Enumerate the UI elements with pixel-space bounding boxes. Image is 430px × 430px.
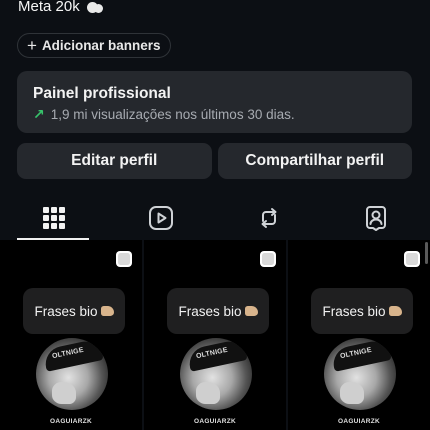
tagged-icon <box>366 206 387 231</box>
post-username: OAGUIARZK <box>337 418 381 425</box>
post-caption-card: Frases bio <box>23 288 125 334</box>
post-caption: Frases bio <box>178 303 242 319</box>
dashboard-title: Painel profissional <box>33 85 171 102</box>
add-banners-label: Adicionar banners <box>41 38 161 53</box>
trend-up-icon: ↗ <box>33 106 45 122</box>
tab-reels[interactable] <box>108 196 216 240</box>
profile-tabs <box>0 196 430 240</box>
post-tile[interactable]: Frases bio OLTNIGE OAGUIARZK <box>0 240 142 430</box>
dashboard-stats-text: 1,9 mi visualizações nos últimos 30 dias… <box>50 107 295 122</box>
reels-icon <box>149 206 174 230</box>
grid-icon <box>42 207 65 229</box>
plus-icon: + <box>27 35 37 55</box>
post-caption: Frases bio <box>322 303 386 319</box>
bio-line: Meta 20k <box>18 0 80 15</box>
hand-shape <box>340 382 364 404</box>
post-caption: Frases bio <box>34 303 98 319</box>
hand-shape <box>52 382 76 404</box>
writing-hand-icon <box>244 306 258 316</box>
scrollbar[interactable] <box>425 242 428 264</box>
writing-hand-icon <box>388 306 402 316</box>
profile-actions: Editar perfil Compartilhar perfil <box>17 143 412 179</box>
writing-hand-icon <box>100 306 114 316</box>
tab-posts[interactable] <box>0 196 108 240</box>
bio-text: Meta 20k <box>18 0 104 15</box>
share-profile-button[interactable]: Compartilhar perfil <box>217 143 412 179</box>
dashboard-stats: ↗ 1,9 mi visualizações nos últimos 30 di… <box>33 106 396 123</box>
reel-badge-icon <box>116 251 132 267</box>
post-avatar: OLTNIGE <box>324 338 396 410</box>
cloud-icon <box>86 1 104 13</box>
reel-badge-icon <box>260 251 276 267</box>
post-caption-card: Frases bio <box>311 288 413 334</box>
post-avatar: OLTNIGE <box>180 338 252 410</box>
post-username: OAGUIARZK <box>193 418 237 425</box>
post-tile[interactable]: Frases bio OLTNIGE OAGUIARZK <box>288 240 430 430</box>
repost-icon <box>261 208 277 228</box>
posts-grid: Frases bio OLTNIGE OAGUIARZK Frases bio … <box>0 240 430 430</box>
post-caption-card: Frases bio <box>167 288 269 334</box>
post-username: OAGUIARZK <box>49 418 93 425</box>
post-avatar: OLTNIGE <box>36 338 108 410</box>
edit-profile-button[interactable]: Editar perfil <box>17 143 212 179</box>
tab-tagged[interactable] <box>323 196 430 240</box>
hand-shape <box>196 382 220 404</box>
reel-badge-icon <box>404 251 420 267</box>
professional-dashboard[interactable]: Painel profissional ↗ 1,9 mi visualizaçõ… <box>17 71 412 133</box>
post-tile[interactable]: Frases bio OLTNIGE OAGUIARZK <box>144 240 286 430</box>
add-banners-button[interactable]: + Adicionar banners <box>17 33 172 58</box>
tab-reposts[interactable] <box>215 196 323 240</box>
